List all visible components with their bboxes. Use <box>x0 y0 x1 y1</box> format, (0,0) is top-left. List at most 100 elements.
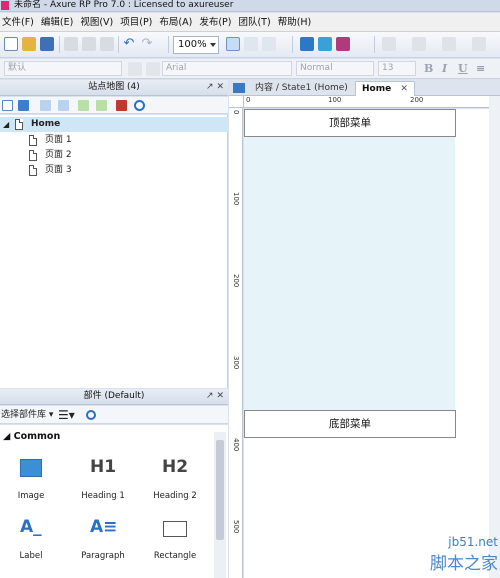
widget-rectangle[interactable]: Rectangle <box>145 515 205 565</box>
undo-icon[interactable]: ↶ <box>122 37 136 51</box>
move-down-icon[interactable] <box>58 100 69 111</box>
top-menu-box[interactable]: 顶部菜单 <box>244 109 456 137</box>
close-icon[interactable]: ✕ <box>400 84 408 94</box>
indent-icon[interactable] <box>78 100 89 111</box>
connector-icon[interactable] <box>262 37 276 51</box>
common-group-label[interactable]: ◢ Common <box>3 431 60 442</box>
sitemap-toggle-icon[interactable] <box>233 83 245 93</box>
outdent-icon[interactable] <box>96 100 107 111</box>
format-painter-icon[interactable] <box>128 62 142 76</box>
ruler-tick-label: 400 <box>232 438 240 452</box>
save-icon[interactable] <box>40 37 54 51</box>
page-icon <box>29 150 37 161</box>
widget-paragraph[interactable]: A≡ Paragraph <box>73 515 133 565</box>
sitemap-tree: ◢ Home 页面 1 页面 2 页面 3 <box>0 115 228 388</box>
paste-icon[interactable] <box>100 37 114 51</box>
widget-label-tool[interactable]: A_ Label <box>1 515 61 565</box>
font-size-select[interactable]: 13 <box>378 61 416 76</box>
tree-item-page1[interactable]: 页面 1 <box>0 133 228 148</box>
copy-icon[interactable] <box>82 37 96 51</box>
search-icon[interactable] <box>86 410 96 420</box>
bold-icon[interactable]: B <box>424 62 433 75</box>
menu-file[interactable]: 文件(F) <box>0 13 39 32</box>
search-icon[interactable] <box>134 100 145 111</box>
font-weight-select[interactable]: Normal <box>296 61 374 76</box>
preview-icon[interactable] <box>300 37 314 51</box>
tree-item-page3[interactable]: 页面 3 <box>0 163 228 178</box>
select-contained-icon[interactable] <box>244 37 258 51</box>
arrow-style-icon[interactable] <box>472 37 486 51</box>
add-page-icon[interactable] <box>2 100 13 111</box>
menu-team[interactable]: 团队(T) <box>236 13 275 32</box>
format-toolbar: 默认 Arial Normal 13 B I U ≡ <box>0 59 500 79</box>
widgets-toolbar: 选择部件库 ▾ ☰▾ <box>0 406 228 424</box>
publish-axshare-icon[interactable] <box>318 37 332 51</box>
canvas-scrollbar[interactable] <box>489 96 500 578</box>
open-folder-icon[interactable] <box>22 37 36 51</box>
delete-page-icon[interactable] <box>116 100 127 111</box>
ruler-tick-label: 0 <box>246 96 251 104</box>
panel-dock-close-icons[interactable]: ↗ ✕ <box>206 80 224 95</box>
font-select[interactable]: Arial <box>162 61 292 76</box>
toolbar-divider <box>118 36 119 53</box>
menu-layout[interactable]: 布局(A) <box>157 13 197 32</box>
tree-item-label: Home <box>31 119 61 129</box>
select-intersect-icon[interactable] <box>226 37 240 51</box>
cut-icon[interactable] <box>64 37 78 51</box>
toolbar-divider <box>292 36 293 53</box>
tab-dynamic-panel-state[interactable]: 内容 / State1 (Home) <box>249 81 354 96</box>
redo-icon[interactable]: ↷ <box>140 37 154 51</box>
ruler-corner <box>229 96 244 108</box>
collapse-triangle-icon[interactable]: ◢ <box>3 117 9 132</box>
tab-home[interactable]: Home ✕ <box>355 81 415 96</box>
new-file-icon[interactable] <box>4 37 18 51</box>
tree-item-page2[interactable]: 页面 2 <box>0 148 228 163</box>
line-style-icon[interactable] <box>442 37 456 51</box>
toolbar-divider <box>168 36 169 53</box>
add-folder-icon[interactable] <box>18 100 29 111</box>
zoom-select[interactable]: 100% <box>173 36 219 54</box>
style-select[interactable]: 默认 <box>4 61 122 76</box>
ruler-tick-label: 100 <box>328 96 342 104</box>
widget-label: Image <box>17 491 45 501</box>
panel-dock-close-icons[interactable]: ↗ ✕ <box>206 389 224 404</box>
widget-heading1[interactable]: H1 Heading 1 <box>73 455 133 505</box>
watermark-site-name: 脚本之家 <box>430 554 498 574</box>
scrollbar-thumb[interactable] <box>216 440 224 540</box>
menu-help[interactable]: 帮助(H) <box>276 13 317 32</box>
font-color-icon[interactable]: ≡ <box>476 62 485 75</box>
design-canvas[interactable]: 顶部菜单 底部菜单 <box>244 109 500 578</box>
widgets-panel-header: 部件 (Default) ↗ ✕ <box>0 389 228 405</box>
horizontal-ruler: 0 100 200 300 <box>244 96 500 108</box>
line-color-icon[interactable] <box>412 37 426 51</box>
widget-image[interactable]: Image <box>1 455 61 505</box>
tree-item-home[interactable]: ◢ Home <box>0 117 228 132</box>
move-up-icon[interactable] <box>40 100 51 111</box>
widgets-scrollbar[interactable] <box>214 432 226 578</box>
widget-label: Rectangle <box>153 551 197 561</box>
fill-color-icon[interactable] <box>382 37 396 51</box>
widget-label: Paragraph <box>81 551 125 561</box>
publish-icon[interactable] <box>336 37 350 51</box>
window-title: 未命名 - Axure RP Pro 7.0 : Licensed to axu… <box>14 0 234 10</box>
canvas-tabs: 内容 / State1 (Home) Home ✕ <box>229 80 500 96</box>
brush-icon[interactable] <box>146 62 160 76</box>
library-select[interactable]: 选择部件库 ▾ <box>1 410 53 420</box>
menu-publish[interactable]: 发布(P) <box>197 13 236 32</box>
dynamic-panel[interactable] <box>244 135 455 410</box>
bottom-menu-box[interactable]: 底部菜单 <box>244 410 456 438</box>
menu-view[interactable]: 视图(V) <box>78 13 118 32</box>
menu-edit[interactable]: 编辑(E) <box>39 13 78 32</box>
tree-item-label: 页面 3 <box>45 165 72 175</box>
widget-heading2[interactable]: H2 Heading 2 <box>145 455 205 505</box>
rectangle-icon <box>163 521 187 537</box>
zoom-value: 100% <box>178 39 207 50</box>
tree-item-label: 页面 2 <box>45 150 72 160</box>
underline-icon[interactable]: U <box>458 62 468 75</box>
label-icon: A_ <box>20 517 42 537</box>
toolbar-divider <box>374 36 375 53</box>
widget-label: Label <box>19 551 43 561</box>
italic-icon[interactable]: I <box>442 62 447 75</box>
menu-project[interactable]: 项目(P) <box>118 13 157 32</box>
menu-lines-icon[interactable]: ☰▾ <box>58 406 75 424</box>
